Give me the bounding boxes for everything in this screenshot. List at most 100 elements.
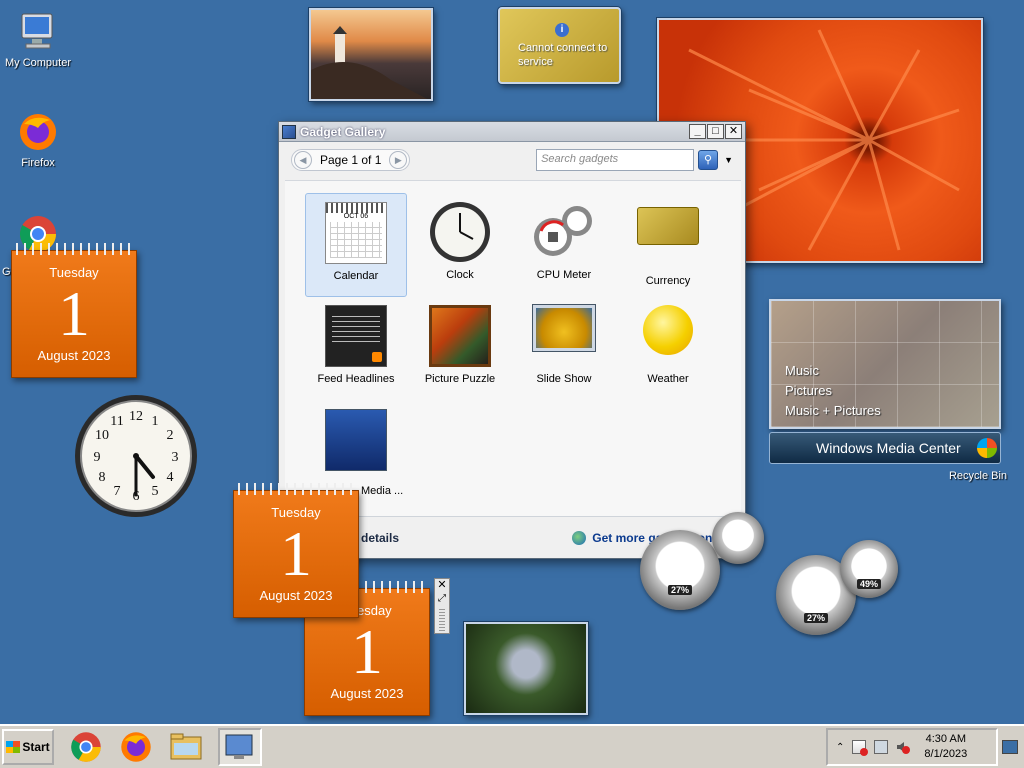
show-desktop-icon[interactable]: [1002, 740, 1018, 754]
network-icon[interactable]: [874, 740, 889, 754]
menu-item-music-pictures[interactable]: Music + Pictures: [785, 401, 881, 421]
clock-number: 8: [99, 470, 106, 485]
memory-usage: 49%: [856, 579, 882, 589]
gadgets-taskbar-button[interactable]: [218, 728, 262, 766]
clock-gadget[interactable]: 12 1 2 3 4 5 6 7 8 9 10 11: [73, 393, 199, 519]
minimize-button[interactable]: _: [689, 124, 706, 139]
gadget-side-toolbar: ✕ ⤢: [434, 578, 450, 634]
lighthouse-photo-gadget[interactable]: [309, 8, 433, 101]
clock-number: 12: [129, 409, 143, 424]
slideshow-icon: [533, 305, 595, 367]
gadget-name: Calendar: [333, 270, 379, 282]
menu-item-music[interactable]: Music: [785, 361, 881, 381]
show-details-button[interactable]: details: [361, 531, 399, 545]
cpu-meter-gadget[interactable]: 27%: [640, 530, 720, 610]
gadget-tile-picture-puzzle[interactable]: Picture Puzzle: [409, 297, 511, 401]
cpu-meter-secondary: [712, 512, 764, 564]
explorer-taskbar-button[interactable]: [168, 729, 204, 765]
currency-gadget[interactable]: i Cannot connect to service: [498, 7, 621, 84]
hydrangea-photo-gadget[interactable]: [464, 622, 588, 715]
chevron-down-icon[interactable]: ▼: [724, 155, 733, 165]
media-center-menu: Music Pictures Music + Pictures: [785, 361, 881, 421]
globe-icon: [572, 530, 587, 545]
computer-icon: [16, 10, 60, 54]
mini-calendar-month: OCT 06: [343, 213, 369, 220]
calendar-month: August 2023: [37, 348, 111, 363]
gadget-tile-calendar[interactable]: OCT 06 Calendar: [305, 193, 407, 297]
gadget-name: Media ...: [361, 485, 404, 497]
calendar-gadget[interactable]: Tuesday 1 August 2023: [11, 243, 137, 378]
chrome-taskbar-button[interactable]: [68, 729, 104, 765]
next-page-button[interactable]: ▶: [389, 151, 408, 169]
currency-error-message: Cannot connect to service: [518, 42, 608, 68]
clock-number: 7: [114, 484, 121, 499]
calendar-date: 1: [58, 278, 90, 349]
drag-handle[interactable]: [439, 609, 445, 631]
taskbar: Start ⌃ 4:30 AM 8/1/2023: [0, 724, 1024, 768]
resize-icon[interactable]: ⤢: [435, 593, 449, 607]
search-input[interactable]: Search gadgets: [536, 149, 695, 171]
weather-icon: [637, 305, 699, 367]
gadget-grid: OCT 06 Calendar Clock CPU Meter Currency: [285, 180, 741, 518]
window-title: Gadget Gallery: [300, 124, 386, 139]
close-icon[interactable]: ✕: [435, 579, 449, 593]
desktop-icon-firefox[interactable]: Firefox: [0, 110, 76, 169]
gadget-tile-slide-show[interactable]: Slide Show: [513, 297, 615, 401]
gadget-name: Clock: [446, 269, 474, 281]
clock-number: 3: [172, 450, 179, 465]
gallery-toolbar: ◀ Page 1 of 1 ▶ Search gadgets ⚲ ▼: [279, 142, 745, 178]
calendar-month: August 2023: [259, 588, 333, 603]
close-button[interactable]: ✕: [725, 124, 742, 139]
search-icon: ⚲: [704, 154, 713, 166]
flag-icon[interactable]: [852, 740, 869, 756]
pager: ◀ Page 1 of 1 ▶: [291, 149, 411, 171]
gadget-name: Weather: [647, 373, 689, 385]
firefox-icon: [121, 732, 151, 762]
desktop-icon-my-computer[interactable]: My Computer: [0, 10, 76, 69]
clock-number: 1: [152, 414, 159, 429]
calendar-month: August 2023: [330, 686, 404, 701]
clock-time: 4:30 AM: [925, 733, 966, 745]
gadgets-icon: [225, 734, 253, 759]
taskbar-clock[interactable]: 4:30 AM 8/1/2023: [924, 732, 967, 762]
firefox-taskbar-button[interactable]: [118, 729, 154, 765]
cpu-usage: 27%: [803, 613, 829, 623]
title-bar[interactable]: Gadget Gallery _ □ ✕: [279, 122, 745, 142]
start-button[interactable]: Start: [2, 729, 54, 765]
chevron-up-icon[interactable]: ⌃: [836, 742, 844, 753]
clock-face: 12 1 2 3 4 5 6 7 8 9 10 11: [75, 395, 197, 517]
clock-date: 8/1/2023: [924, 748, 968, 760]
maximize-button[interactable]: □: [707, 124, 724, 139]
cpu-usage: 27%: [667, 585, 693, 595]
gadget-tile-weather[interactable]: Weather: [617, 297, 719, 401]
start-label: Start: [22, 740, 50, 754]
page-indicator: Page 1 of 1: [320, 153, 382, 167]
media-center-gadget[interactable]: Music Pictures Music + Pictures: [769, 299, 1001, 429]
gadget-name: Slide Show: [536, 373, 592, 385]
gadget-tile-feed-headlines[interactable]: Feed Headlines: [305, 297, 407, 401]
media-center-bar[interactable]: Windows Media Center: [769, 432, 1001, 464]
previous-page-button[interactable]: ◀: [294, 151, 312, 169]
media-center-icon: [325, 409, 387, 471]
chrome-icon: [71, 732, 101, 762]
feed-icon: [325, 305, 387, 367]
gadget-name: CPU Meter: [536, 269, 592, 281]
media-center-label: Windows Media Center: [816, 440, 961, 456]
calendar-gadget[interactable]: Tuesday 1 August 2023: [233, 483, 359, 618]
currency-icon: [637, 207, 699, 269]
gadget-name: Picture Puzzle: [424, 373, 496, 385]
speaker-icon[interactable]: [896, 740, 911, 754]
menu-item-pictures[interactable]: Pictures: [785, 381, 881, 401]
gadget-tile-currency[interactable]: Currency: [617, 193, 719, 297]
gadget-gallery-icon: [282, 124, 296, 139]
windows-logo-icon: [976, 438, 997, 458]
search-button[interactable]: ⚲: [698, 150, 719, 170]
puzzle-icon: [429, 305, 491, 367]
gadget-tile-cpu-meter[interactable]: CPU Meter: [513, 193, 615, 297]
clock-icon: [429, 201, 491, 263]
gadget-tile-clock[interactable]: Clock: [409, 193, 511, 297]
gadget-name: Feed Headlines: [317, 373, 395, 385]
clock-number: 5: [152, 484, 159, 499]
firefox-icon: [16, 110, 60, 154]
clock-number: 11: [110, 414, 123, 429]
